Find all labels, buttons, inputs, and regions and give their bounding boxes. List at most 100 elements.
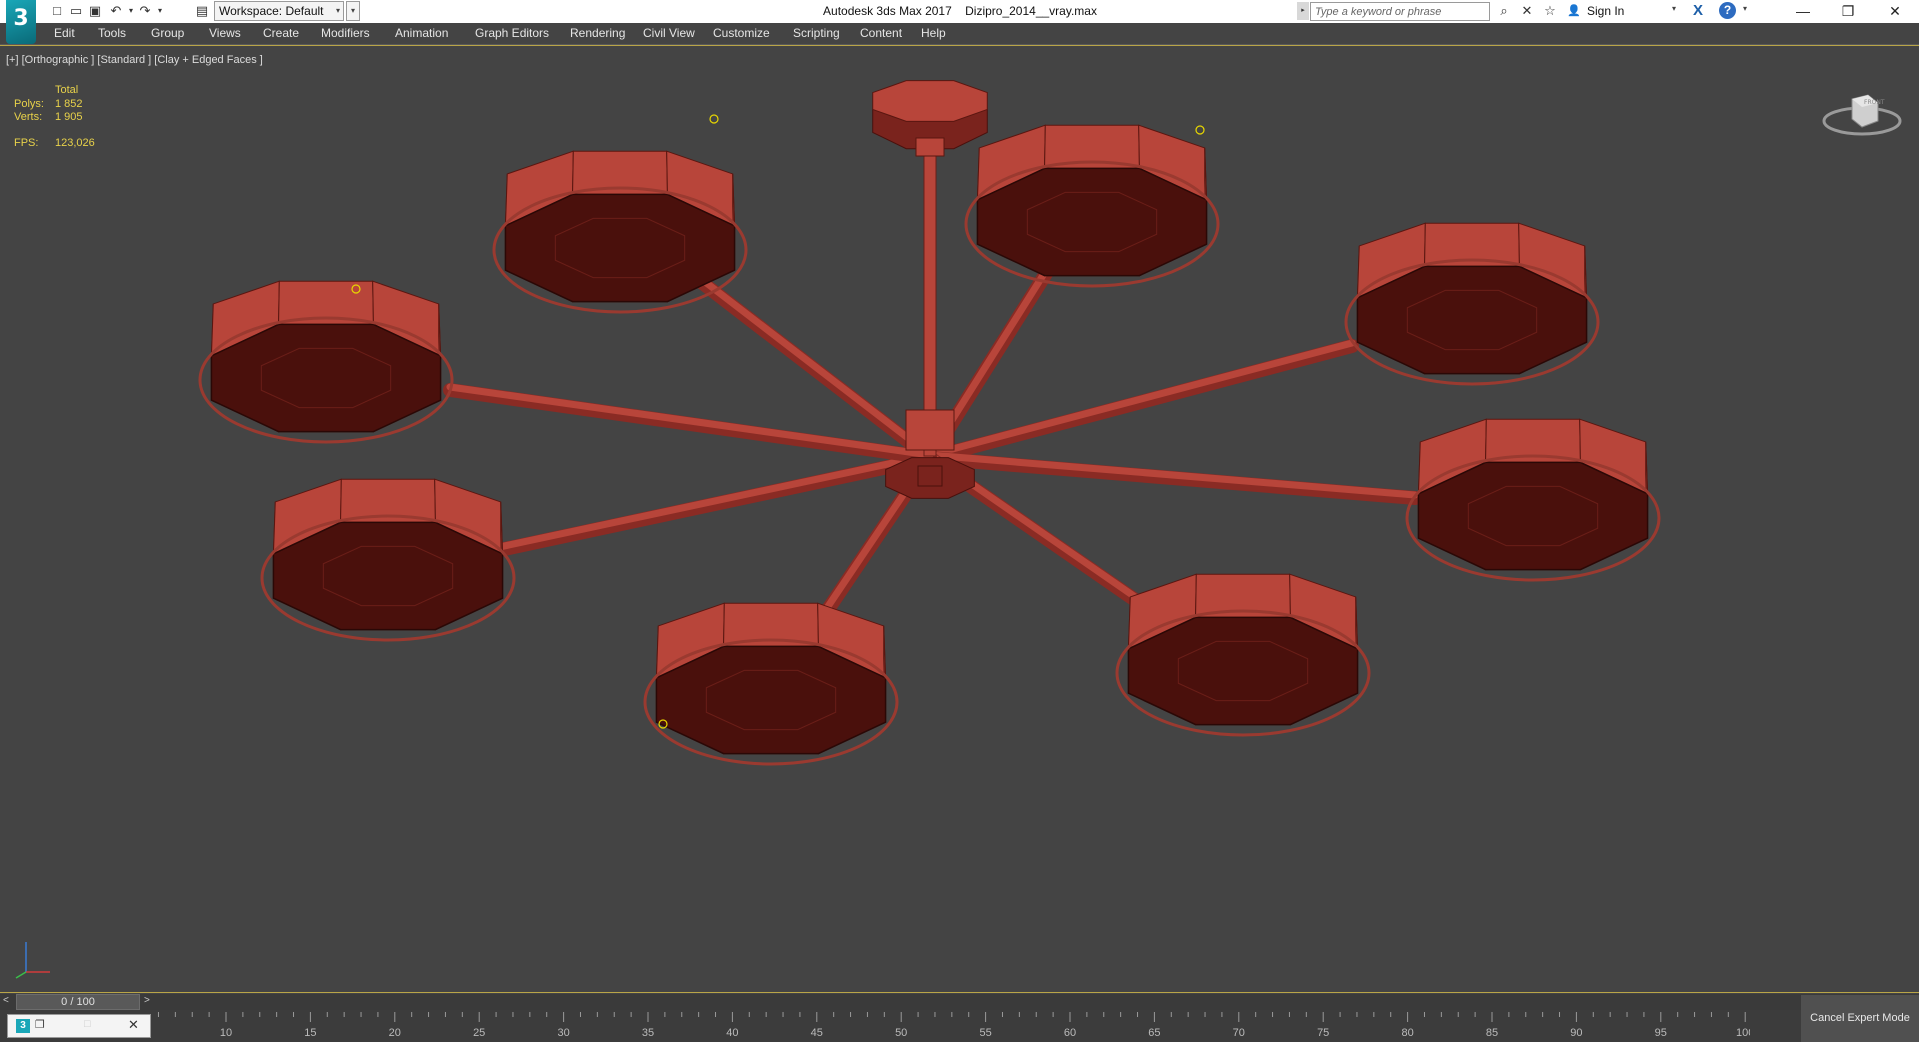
viewport-orthographic[interactable]: [+] [Orthographic ] [Standard ] [Clay + … — [0, 45, 1919, 993]
viewport-label-menu[interactable]: [+] [Orthographic ] [Standard ] [Clay + … — [6, 54, 263, 66]
ceiling-canopy — [872, 80, 988, 122]
communication-center-icon[interactable]: ✕ — [1518, 2, 1536, 20]
track-bar-ruler[interactable]: 10 15 20 25 30 35 40 45 50 55 60 65 70 75 80 85 90 95 100 — [150, 1010, 1750, 1042]
track-bar-tick-label: 30 — [557, 1027, 569, 1039]
window-title: Autodesk 3ds Max 2017 Dizipro_2014__vray… — [823, 4, 1097, 18]
stats-polys-value: 1 852 — [55, 98, 83, 110]
menu-edit[interactable]: Edit — [54, 26, 75, 40]
menu-modifiers[interactable]: Modifiers — [321, 26, 370, 40]
user-icon[interactable]: 👤 — [1565, 2, 1583, 20]
track-bar-tick-label: 40 — [726, 1027, 738, 1039]
track-bar-tick-label: 70 — [1233, 1027, 1245, 1039]
help-icon[interactable]: ? — [1719, 2, 1736, 19]
search-input[interactable] — [1310, 2, 1490, 21]
close-button[interactable]: ✕ — [1873, 0, 1917, 23]
track-bar-tick-label: 20 — [389, 1027, 401, 1039]
quick-access-customize-icon[interactable]: ▾ — [346, 1, 360, 21]
save-file-icon[interactable]: ▣ — [86, 2, 104, 20]
track-bar-tick-label: 90 — [1570, 1027, 1582, 1039]
viewcube-icon[interactable]: FRONT — [1820, 81, 1904, 141]
title-bar: 3 □ ▭ ▣ ↶ ▾ ↷ ▾ ▤ Workspace: Default ▾ ▾… — [0, 0, 1919, 44]
track-bar-tick-label: 75 — [1317, 1027, 1329, 1039]
restore-icon[interactable]: ❐ — [35, 1018, 45, 1031]
track-bar-tick-label: 50 — [895, 1027, 907, 1039]
light-helper-marker — [709, 114, 719, 124]
menu-views[interactable]: Views — [209, 26, 241, 40]
lamp-shade-bottom — [1417, 461, 1649, 571]
track-bar[interactable]: 10 15 20 25 30 35 40 45 50 55 60 65 70 75 80 85 90 95 100 — [0, 1010, 1919, 1042]
menu-scripting[interactable]: Scripting — [793, 26, 840, 40]
menu-tools[interactable]: Tools — [98, 26, 126, 40]
app-window: 3 □ ▭ ▣ ↶ ▾ ↷ ▾ ▤ Workspace: Default ▾ ▾… — [0, 0, 1919, 1042]
time-slider-thumb[interactable]: 0 / 100 — [16, 994, 140, 1010]
maximize-icon[interactable]: □ — [84, 1018, 91, 1030]
chandelier-arm-highlight — [926, 451, 1419, 499]
track-bar-tick-label: 35 — [642, 1027, 654, 1039]
redo-dropdown-icon[interactable]: ▾ — [151, 2, 169, 20]
light-helper-marker — [1195, 125, 1205, 135]
lamp-shade-bottom — [1127, 616, 1359, 726]
autodesk-exchange-icon[interactable]: X — [1688, 2, 1708, 20]
chandelier-rod — [923, 115, 937, 457]
stats-total-label: Total — [55, 84, 79, 96]
lamp-shade-bottom — [272, 521, 504, 631]
open-file-icon[interactable]: ▭ — [67, 2, 85, 20]
menu-graph-editors[interactable]: Graph Editors — [475, 26, 549, 40]
track-bar-tick-label: 25 — [473, 1027, 485, 1039]
track-bar-tick-label: 10 — [220, 1027, 232, 1039]
workspace-label: Workspace: Default — [219, 4, 324, 18]
menu-bar: Edit Tools Group Views Create Modifiers Animat… — [0, 23, 1919, 45]
stats-fps-label: FPS: — [14, 137, 39, 149]
project-folder-icon[interactable]: ▤ — [193, 2, 211, 20]
cancel-expert-mode-button[interactable]: Cancel Expert Mode — [1801, 995, 1919, 1042]
minimized-viewport-tab[interactable]: 3 ❐ □ ✕ — [7, 1014, 151, 1038]
app-logo[interactable]: 3 — [6, 0, 36, 44]
lamp-shade-bottom — [1356, 265, 1588, 375]
menu-rendering[interactable]: Rendering — [570, 26, 625, 40]
new-file-icon[interactable]: □ — [48, 2, 66, 20]
chandelier-hub — [905, 409, 955, 451]
track-bar-tick-label: 55 — [979, 1027, 991, 1039]
binoculars-icon[interactable]: ⌕ — [1495, 2, 1513, 20]
chandelier-arm-highlight — [491, 451, 934, 552]
workspace-dropdown[interactable]: Workspace: Default ▾ — [214, 1, 344, 21]
track-bar-tick-label: 85 — [1486, 1027, 1498, 1039]
stats-verts-label: Verts: — [14, 111, 43, 123]
close-icon[interactable]: ✕ — [128, 1017, 139, 1033]
track-bar-tick-label: 100 — [1736, 1027, 1750, 1039]
lamp-shade-bottom — [504, 193, 736, 303]
menu-content[interactable]: Content — [860, 26, 902, 40]
restore-button[interactable]: ❐ — [1826, 0, 1870, 23]
track-bar-tick-label: 45 — [811, 1027, 823, 1039]
lamp-shade-bottom — [976, 167, 1208, 277]
track-bar-tick-label: 65 — [1148, 1027, 1160, 1039]
menu-civil-view[interactable]: Civil View — [643, 26, 695, 40]
search-expand-icon[interactable]: ▸ — [1297, 2, 1309, 20]
axis-tripod-icon — [15, 942, 50, 979]
minimize-button[interactable]: — — [1781, 0, 1825, 23]
lamp-shade-bottom — [655, 645, 887, 755]
previous-frame-button[interactable]: < — [3, 995, 9, 1006]
stats-fps-value: 123,026 — [55, 137, 95, 149]
lamp-shade-bottom — [210, 323, 442, 433]
chevron-down-icon: ▾ — [335, 6, 340, 15]
next-frame-button[interactable]: > — [144, 995, 150, 1006]
menu-group[interactable]: Group — [151, 26, 184, 40]
app-logo-small-icon: 3 — [16, 1019, 30, 1033]
track-bar-tick-label: 95 — [1655, 1027, 1667, 1039]
menu-customize[interactable]: Customize — [713, 26, 770, 40]
chandelier-hub-finial — [917, 465, 943, 487]
stats-verts-value: 1 905 — [55, 111, 83, 123]
time-slider[interactable]: < 0 / 100 > — [0, 994, 1919, 1010]
stats-polys-label: Polys: — [14, 98, 44, 110]
menu-animation[interactable]: Animation — [395, 26, 448, 40]
scene-canvas[interactable] — [0, 46, 1919, 993]
chevron-down-icon[interactable]: ▾ — [1743, 4, 1747, 13]
menu-help[interactable]: Help — [921, 26, 946, 40]
sign-in-button[interactable]: Sign In — [1587, 4, 1624, 18]
canopy-collar — [915, 137, 945, 157]
chevron-down-icon[interactable]: ▾ — [1672, 4, 1676, 13]
favorites-star-icon[interactable]: ☆ — [1541, 2, 1559, 20]
track-bar-tick-label: 60 — [1064, 1027, 1076, 1039]
menu-create[interactable]: Create — [263, 26, 299, 40]
